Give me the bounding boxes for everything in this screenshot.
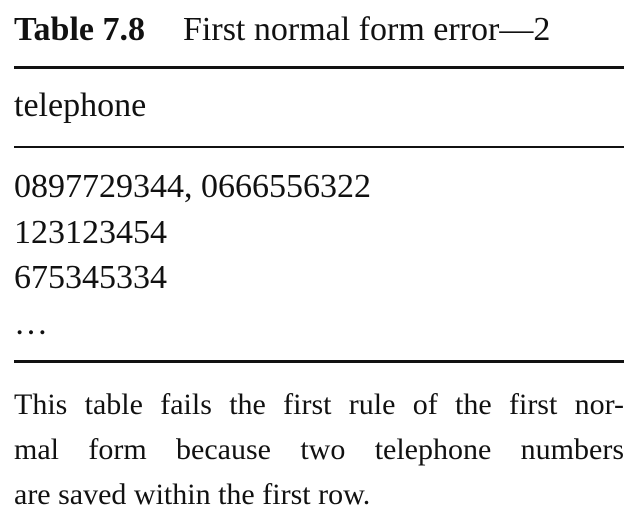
bottom-rule bbox=[14, 360, 624, 363]
table-note: This table fails the first rule of the f… bbox=[14, 382, 624, 517]
top-rule bbox=[14, 66, 624, 69]
table-row-ellipsis: … bbox=[14, 304, 48, 342]
column-header-telephone: telephone bbox=[14, 87, 147, 124]
note-line: are saved within the first row. bbox=[14, 478, 371, 511]
note-line: mal form because two telephone numbers bbox=[14, 433, 624, 466]
header-rule bbox=[14, 146, 624, 148]
table-row: 675345334 bbox=[14, 259, 167, 296]
note-line: This table fails the first rule of the f… bbox=[14, 388, 624, 421]
table-row: 0897729344, 0666556322 bbox=[14, 168, 371, 205]
table-title: First normal form error—2 bbox=[183, 11, 551, 48]
table-number: Table 7.8 bbox=[14, 11, 146, 48]
table-caption: Table 7.8 First normal form error—2 bbox=[14, 8, 624, 52]
table-body: 0897729344, 0666556322 123123454 6753453… bbox=[14, 164, 624, 346]
table-row: 123123454 bbox=[14, 213, 167, 251]
